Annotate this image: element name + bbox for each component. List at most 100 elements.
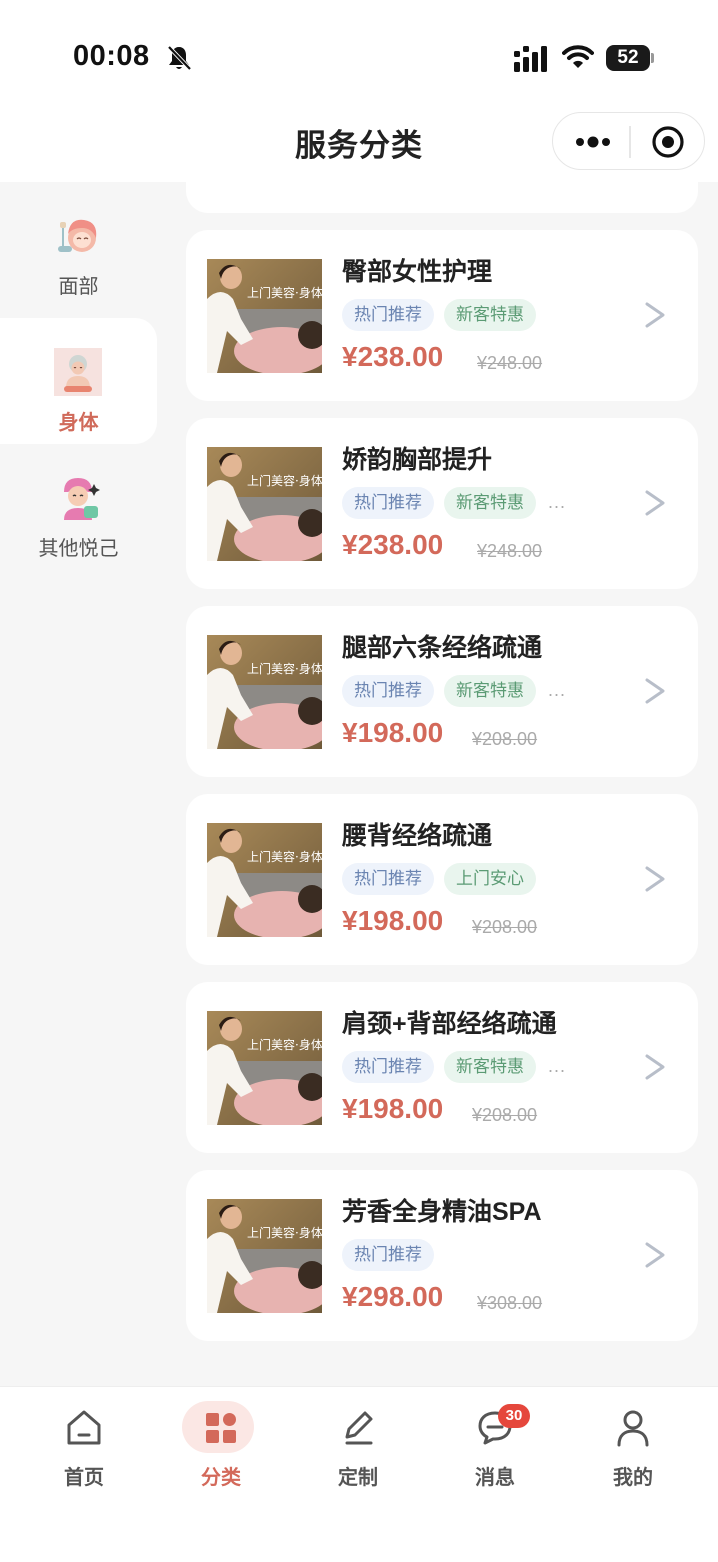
chevron-right-icon [645,678,665,704]
tag-hot: 热门推荐 [342,674,434,707]
nav-bar: 服务分类 [0,100,718,182]
service-title: 娇韵胸部提升 [342,446,493,474]
tab-label: 首页 [64,1467,104,1489]
more-dots-icon[interactable] [573,131,613,153]
profile-icon [617,1410,649,1447]
tag-hot: 热门推荐 [342,1050,434,1083]
service-card[interactable]: 上门美容·身体 娇韵胸部提升 热门推荐 新客特惠 ... ¥238.00 ¥24… [186,418,698,589]
service-card[interactable]: 上门美容·身体 腿部六条经络疏通 热门推荐 新客特惠 ... ¥198.00 ¥… [186,606,698,777]
close-target-icon[interactable] [650,124,686,160]
self-care-icon [64,478,100,520]
category-sidebar: 面部 身体 其他悦己 [0,182,172,1386]
body-care-icon [54,348,102,396]
status-bar: 00:08 52 [0,0,718,100]
service-tags: 热门推荐 新客特惠 ... [342,674,566,707]
tag-hot: 热门推荐 [342,486,434,519]
face-care-icon [58,219,97,252]
service-title: 腰背经络疏通 [342,822,493,850]
sidebar-item-label: 面部 [58,276,99,298]
chevron-right-icon [645,490,665,516]
service-price: ¥198.00 [342,1093,444,1124]
battery-indicator: 52 [606,45,654,71]
thumb-caption: 上门美容·身体 [247,1225,322,1240]
service-title: 腿部六条经络疏通 [342,634,543,662]
service-original-price: ¥208.00 [472,729,538,749]
service-original-price: ¥248.00 [477,541,543,561]
tag-hot: 热门推荐 [342,298,434,331]
service-tags: 热门推荐 新客特惠 ... [342,1050,566,1083]
service-card[interactable]: 上门美容·身体 腰背经络疏通 热门推荐 上门安心 ¥198.00 ¥208.00 [186,794,698,965]
tab-label: 消息 [475,1467,515,1489]
tab-messages[interactable]: 消息 [440,1387,550,1507]
tag-hot: 热门推荐 [342,862,434,895]
chevron-right-icon [645,302,665,328]
bell-muted-icon [167,45,192,71]
service-price: ¥298.00 [342,1281,444,1312]
sidebar-item-label: 其他悦己 [38,538,119,560]
status-time: 00:08 [73,40,150,72]
sidebar-item-face[interactable]: 面部 [0,182,157,308]
tab-label: 我的 [613,1467,653,1489]
service-tags: 热门推荐 新客特惠 [342,298,536,331]
service-price: ¥198.00 [342,905,444,936]
tags-more: ... [548,492,567,512]
service-thumbnail: 上门美容·身体 [207,447,322,561]
tag-new: 新客特惠 [444,1050,536,1083]
tag-new: 新客特惠 [444,298,536,331]
tag-new: 新客特惠 [444,674,536,707]
service-card-partial[interactable] [186,182,698,213]
service-thumbnail: 上门美容·身体 [207,823,322,937]
home-icon [67,1410,101,1445]
service-thumbnail: 上门美容·身体 [207,1199,322,1313]
sidebar-item-body[interactable]: 身体 [0,318,157,444]
message-badge: 30 [498,1404,530,1428]
service-title: 肩颈+背部经络疏通 [342,1010,557,1038]
service-thumbnail: 上门美容·身体 [207,259,322,373]
thumb-caption: 上门美容·身体 [247,473,322,488]
thumb-caption: 上门美容·身体 [247,849,322,864]
tag-safe: 上门安心 [444,862,536,895]
service-thumbnail: 上门美容·身体 [207,1011,322,1125]
bottom-tab-bar: 首页 分类 定制 消息 我的 [0,1386,718,1562]
service-card[interactable]: 上门美容·身体 肩颈+背部经络疏通 热门推荐 新客特惠 ... ¥198.00 … [186,982,698,1153]
thumb-caption: 上门美容·身体 [247,1037,322,1052]
tag-new: 新客特惠 [444,486,536,519]
service-title: 臀部女性护理 [342,258,493,286]
service-thumbnail: 上门美容·身体 [207,635,322,749]
edit-pen-icon [345,1411,373,1445]
tab-label: 定制 [338,1467,378,1489]
service-card[interactable]: 上门美容·身体 芳香全身精油SPA 热门推荐 ¥298.00 ¥308.00 [186,1170,698,1341]
cellular-signal-icon [514,46,547,72]
tab-home[interactable]: 首页 [29,1387,139,1507]
service-price: ¥238.00 [342,341,444,372]
tab-custom[interactable]: 定制 [303,1387,413,1507]
chevron-right-icon [645,1242,665,1268]
thumb-caption: 上门美容·身体 [247,285,322,300]
service-tags: 热门推荐 上门安心 [342,862,536,895]
tab-profile[interactable]: 我的 [578,1387,688,1507]
service-original-price: ¥208.00 [472,917,538,937]
service-original-price: ¥208.00 [472,1105,538,1125]
service-card[interactable]: 上门美容·身体 臀部女性护理 热门推荐 新客特惠 ¥238.00 ¥248.00 [186,230,698,401]
category-grid-icon [206,1413,236,1443]
tag-hot: 热门推荐 [342,1238,434,1271]
tags-more: ... [548,1056,567,1076]
service-original-price: ¥308.00 [477,1293,543,1313]
tags-more: ... [548,680,567,700]
chevron-right-icon [645,1054,665,1080]
service-price: ¥198.00 [342,717,444,748]
sidebar-item-other[interactable]: 其他悦己 [0,444,157,570]
thumb-caption: 上门美容·身体 [247,661,322,676]
battery-level: 52 [606,45,650,71]
sidebar-item-label: 身体 [58,412,99,434]
chevron-right-icon [645,866,665,892]
service-tags: 热门推荐 [342,1238,434,1271]
service-tags: 热门推荐 新客特惠 ... [342,486,566,519]
mini-program-capsule [552,112,705,170]
service-title: 芳香全身精油SPA [342,1198,542,1226]
tab-label: 分类 [201,1467,241,1489]
service-original-price: ¥248.00 [477,353,543,373]
tab-category[interactable]: 分类 [166,1387,276,1507]
wifi-icon [562,45,594,68]
service-list: 上门美容·身体 臀部女性护理 热门推荐 新客特惠 ¥238.00 ¥248.00… [172,182,718,1386]
